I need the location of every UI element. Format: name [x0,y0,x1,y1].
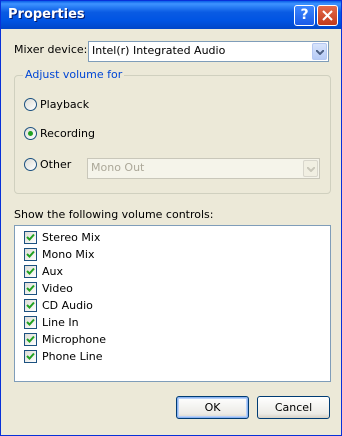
playback-radio[interactable] [24,98,37,111]
window-title: Properties [8,7,85,22]
volume-controls-label: Show the following volume controls: [14,208,214,221]
checkmark-icon [26,233,35,241]
checkmark-icon [26,318,35,326]
checkmark-icon [26,284,35,292]
cd-audio-checkbox[interactable] [24,299,37,312]
checkmark-icon [26,335,35,343]
other-device-dropdown-button[interactable] [303,160,318,177]
microphone-label: Microphone [42,333,107,346]
mono-mix-checkbox[interactable] [24,248,37,261]
other-device-value: Mono Out [91,161,145,174]
phone-line-checkbox[interactable] [24,350,37,363]
video-checkbox[interactable] [24,282,37,295]
chevron-down-icon [316,50,324,55]
recording-label[interactable]: Recording [40,127,95,140]
stereo-mix-label: Stereo Mix [42,231,101,244]
video-label: Video [42,282,73,295]
other-device-select[interactable]: Mono Out [87,158,320,179]
ok-button[interactable]: OK [176,396,249,419]
close-icon [322,10,333,21]
aux-checkbox[interactable] [24,265,37,278]
line-in-label: Line In [42,316,79,329]
aux-label: Aux [42,265,64,278]
help-icon: ? [300,7,309,23]
mixer-device-select[interactable]: Intel(r) Integrated Audio [88,41,329,62]
mixer-device-label: Mixer device: [14,43,88,56]
checkmark-icon [26,301,35,309]
chevron-down-icon [307,167,315,172]
recording-radio[interactable] [24,127,37,140]
title-bar[interactable]: Properties ? [1,1,341,29]
mono-mix-label: Mono Mix [42,248,95,261]
playback-label[interactable]: Playback [40,98,89,111]
cd-audio-label: CD Audio [42,299,93,312]
phone-line-label: Phone Line [42,350,103,363]
microphone-checkbox[interactable] [24,333,37,346]
checkmark-icon [26,352,35,360]
properties-dialog: Properties ? Mixer device: Intel(r) Inte… [0,0,342,436]
other-radio[interactable] [24,158,37,171]
checkmark-icon [26,267,35,275]
volume-controls-list[interactable]: Stereo Mix Mono Mix Aux Video CD Audio L… [14,225,331,382]
cancel-button[interactable]: Cancel [257,396,330,419]
line-in-checkbox[interactable] [24,316,37,329]
stereo-mix-checkbox[interactable] [24,231,37,244]
mixer-device-dropdown-button[interactable] [312,43,327,60]
help-button[interactable]: ? [294,5,315,26]
checkmark-icon [26,250,35,258]
adjust-volume-legend: Adjust volume for [23,68,125,81]
other-label[interactable]: Other [40,158,71,171]
close-button[interactable] [317,5,338,26]
mixer-device-value: Intel(r) Integrated Audio [92,44,226,57]
